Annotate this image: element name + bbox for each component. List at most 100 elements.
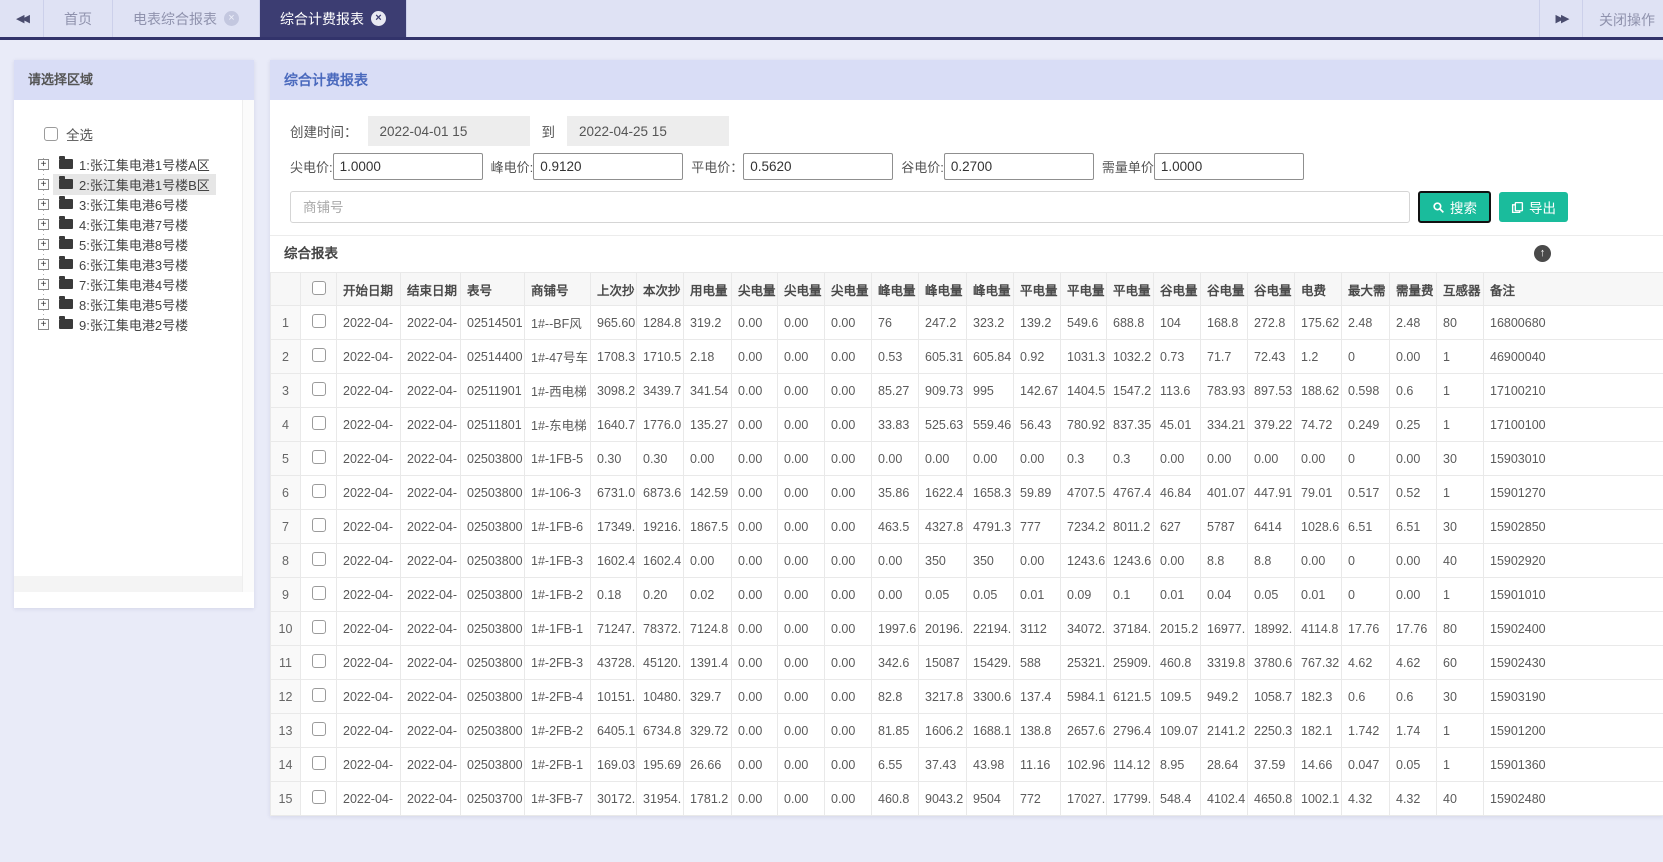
cell: 2022-04- [400,339,461,374]
row-checkbox[interactable] [311,756,326,770]
cell: 334.21 [1200,407,1248,442]
tree-item[interactable]: +9:张江集电港2号楼 [38,314,254,334]
cell: 17.76 [1341,611,1390,646]
row-checkbox[interactable] [311,620,326,634]
cell: 0.00 [731,543,778,578]
row-checkbox[interactable] [311,382,326,396]
cell: 6121.5 [1106,679,1154,714]
column-header: 平电量 [1013,272,1061,306]
row-checkbox[interactable] [311,654,326,668]
tree-item[interactable]: +8:张江集电港5号楼 [38,294,254,314]
cell: 460.8 [1153,645,1201,680]
row-checkbox[interactable] [311,518,326,532]
collapse-up-icon[interactable]: ↑ [1534,245,1551,262]
expand-plus-icon[interactable]: + [38,238,49,250]
close-icon[interactable]: × [371,11,386,26]
shop-number-input[interactable] [290,191,1410,223]
select-all-checkbox[interactable] [44,127,58,141]
column-header: 峰电量 [966,272,1014,306]
row-checkbox[interactable] [311,722,326,736]
export-button[interactable]: 导出 [1499,192,1568,222]
cell: 102.96 [1060,747,1107,782]
tree-item[interactable]: +6:张江集电港3号楼 [38,254,254,274]
expand-plus-icon[interactable]: + [38,178,49,190]
tab-meter-report[interactable]: 电表综合报表 × [113,0,260,37]
tab-billing-report[interactable]: 综合计费报表 × [260,0,407,37]
tree-item[interactable]: +5:张江集电港8号楼 [38,234,254,254]
date-from-input[interactable] [367,116,530,146]
column-header: 尖电量 [824,272,872,306]
valley-price-label: 谷电价: [901,160,944,175]
cell: 0.00 [824,577,872,612]
close-icon[interactable]: × [224,11,239,26]
tree-item[interactable]: +1:张江集电港1号楼A区 [38,154,254,174]
tabs-scroll-right-icon[interactable]: ▶▶ [1539,0,1583,37]
folder-icon [59,276,73,289]
cell: 0.00 [1389,543,1437,578]
row-checkbox[interactable] [311,688,326,702]
cell: 188.62 [1294,373,1342,408]
cell: 1002.1 [1294,781,1342,816]
row-checkbox[interactable] [311,552,326,566]
cell: 71.7 [1200,339,1248,374]
sharp-price-input[interactable] [332,153,483,180]
cell: 1#-106-3 [524,475,591,510]
cell: 2022-04- [336,645,401,680]
to-label: 到 [541,125,556,140]
tree-item[interactable]: +4:张江集电港7号楼 [38,214,254,234]
tabs-scroll-left-icon[interactable]: ◀◀ [0,0,44,37]
tab-home[interactable]: 首页 [44,0,113,37]
cell: 56.43 [1013,407,1061,442]
row-checkbox[interactable] [311,484,326,498]
cell: 6.55 [871,747,919,782]
cell: 02503800 [460,747,525,782]
cell: 17100210 [1483,373,1663,408]
cell: 4791.3 [966,509,1014,544]
column-header: 开始日期 [336,272,401,306]
row-checkbox[interactable] [311,348,326,362]
row-checkbox[interactable] [311,416,326,430]
header-checkbox[interactable] [311,280,326,295]
cell: 20196. [918,611,967,646]
sharp-price-label: 尖电价: [290,160,333,175]
expand-plus-icon[interactable]: + [38,318,49,330]
table-row: 4 2022-04- 2022-04- 02511801 1#-东电梯 1640.7 177… [270,407,1663,442]
expand-plus-icon[interactable]: + [38,198,49,210]
date-to-input[interactable] [567,116,729,146]
row-checkbox[interactable] [311,790,326,804]
close-operations-menu[interactable]: 关闭操作 [1583,0,1663,37]
cell: 30172. [590,781,637,816]
date-range-row: 创建时间： 到 [290,116,1663,146]
valley-price-input[interactable] [943,153,1094,180]
tree-item[interactable]: +7:张江集电港4号楼 [38,274,254,294]
cell: 3780.6 [1247,645,1295,680]
cell: 11.16 [1013,747,1061,782]
cell: 1#-2FB-1 [524,747,591,782]
expand-plus-icon[interactable]: + [38,298,49,310]
search-button[interactable]: 搜索 [1418,191,1491,223]
select-all-row[interactable]: 全选 [44,124,254,144]
tree-item[interactable]: +2:张江集电港1号楼B区 [38,173,254,195]
cell: 272.8 [1247,305,1295,340]
cell: 0.00 [731,407,778,442]
cell: 0.01 [1153,577,1201,612]
expand-plus-icon[interactable]: + [38,258,49,270]
cell: 0.00 [966,441,1014,476]
peak-price-input[interactable] [533,153,684,180]
expand-plus-icon[interactable]: + [38,218,49,230]
row-checkbox[interactable] [311,586,326,600]
cell: 16977. [1200,611,1248,646]
cell: 02503800 [460,509,525,544]
demand-price-input[interactable] [1153,153,1304,180]
sidebar-horizontal-scrollbar[interactable] [14,576,242,592]
cell: 15902430 [1483,645,1663,680]
row-checkbox[interactable] [311,450,326,464]
sidebar-vertical-scrollbar[interactable] [242,100,254,592]
expand-plus-icon[interactable]: + [38,158,49,170]
expand-plus-icon[interactable]: + [38,278,49,290]
row-checkbox[interactable] [311,314,326,328]
flat-price-input[interactable] [743,153,894,180]
cell: 0 [1341,577,1390,612]
tabbar-right: ▶▶ 关闭操作 [1539,0,1663,37]
tree-item[interactable]: +3:张江集电港6号楼 [38,194,254,214]
